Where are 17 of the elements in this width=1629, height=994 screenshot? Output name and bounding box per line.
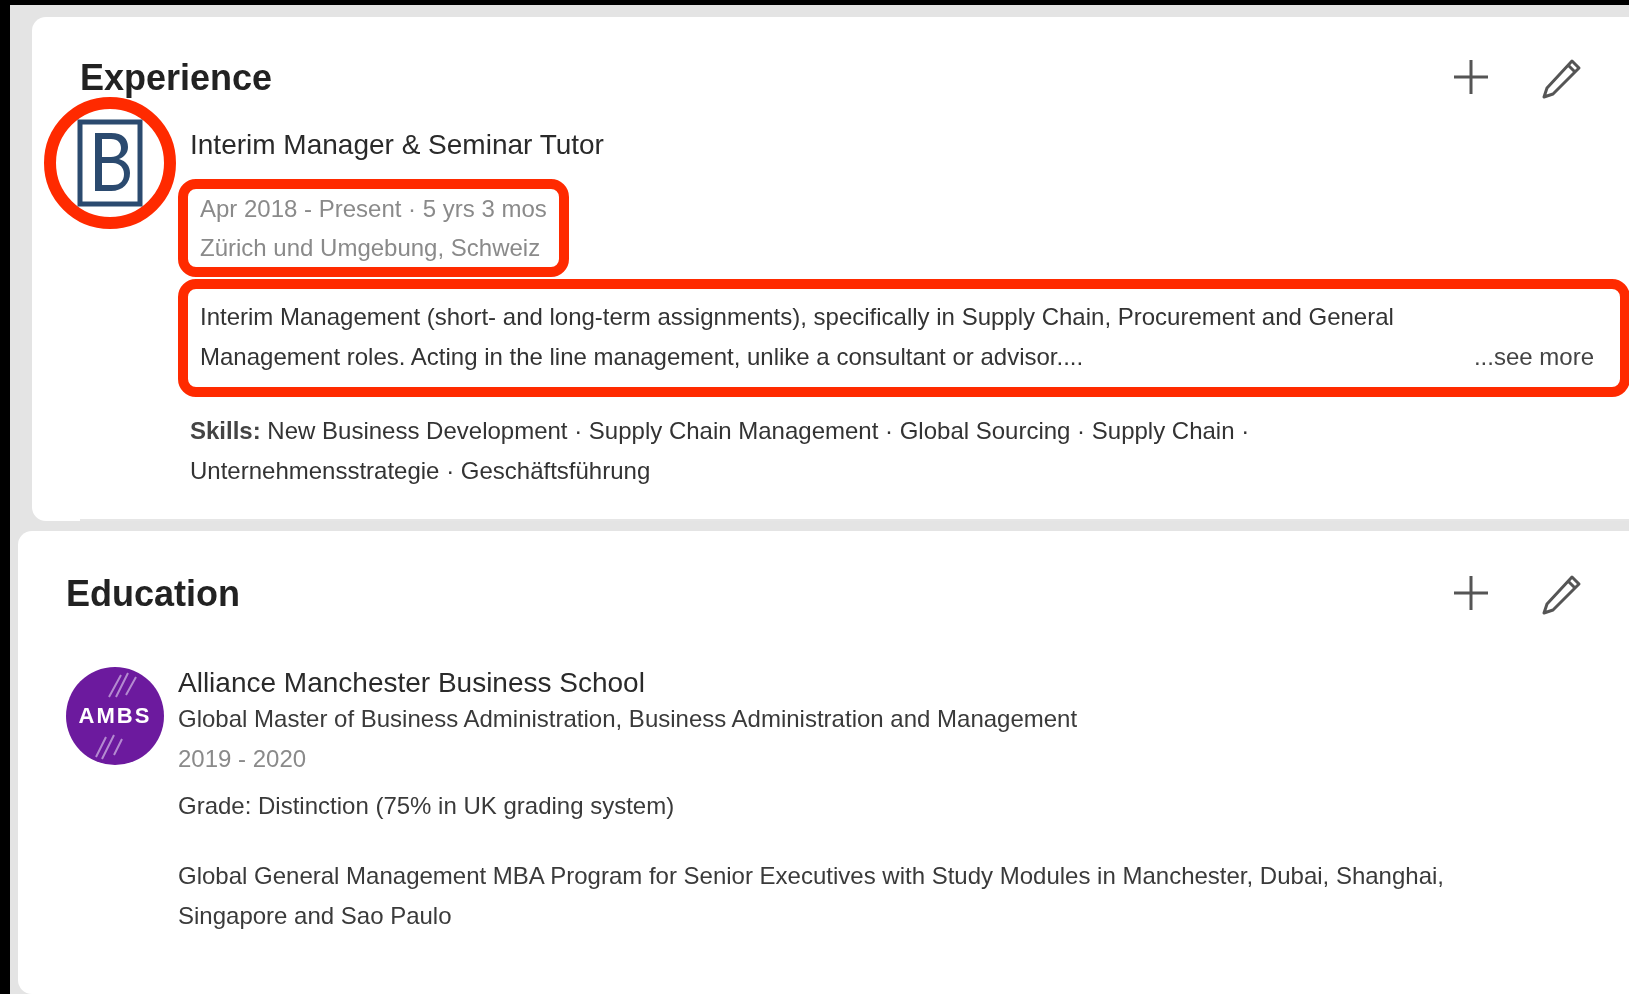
section-title: Experience (80, 57, 273, 99)
see-more-link[interactable]: ...see more (1473, 337, 1594, 377)
job-dates: Apr 2018 - Present · 5 yrs 3 mos (200, 194, 547, 224)
school-name: Alliance Manchester Business School (178, 667, 646, 699)
section-title: Education (66, 573, 240, 615)
degree-text: Global Master of Business Administration, Business Administration and Management (178, 704, 1079, 734)
grade-text: Grade: Distinction (75% in UK grading system) (178, 791, 676, 821)
skills-text: Skills: New Business Development · Supply Chain Management · Global Sourcing · Supply Chain · Unternehmensstrategie · Geschäftsführung (190, 416, 1251, 486)
company-logo-icon (77, 119, 143, 207)
study-years: 2019 - 2020 (178, 744, 308, 774)
job-title: Interim Manager & Seminar Tutor (190, 129, 605, 161)
job-location: Zürich und Umgebung, Schweiz (200, 233, 542, 263)
job-description: Interim Management (short- and long-term assignments), specifically in Supply Chain, Procurement and General Management roles. Acting in the line management, unlike a consultant or advisor.... (200, 302, 1395, 372)
edit-icon[interactable] (1541, 573, 1583, 615)
edit-icon[interactable] (1541, 57, 1583, 99)
education-description: Global General Management MBA Program for Senior Executives with Study Modules in Manchester, Dubai, Shanghai, Singapore and Sao Paulo (178, 861, 1445, 931)
school-logo: AMBS (66, 667, 164, 765)
